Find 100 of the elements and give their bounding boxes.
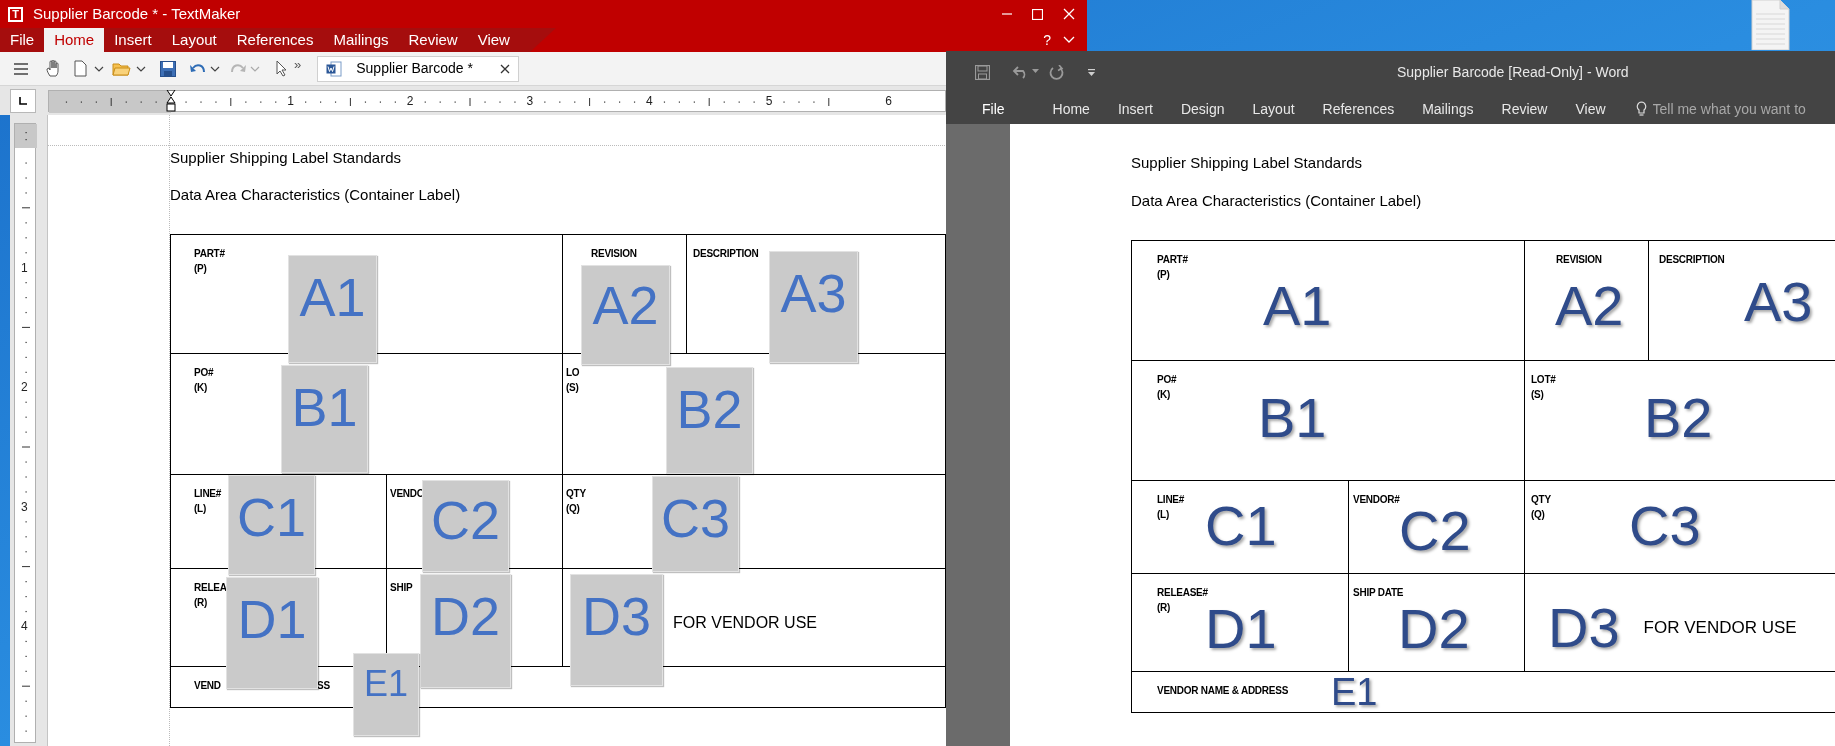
menu-item[interactable]: View <box>467 28 520 52</box>
field-label: SS <box>317 679 330 693</box>
field-label: PART# <box>1157 253 1188 267</box>
field-label: VENDOR NAME & ADDRESS <box>1157 684 1289 698</box>
cell-code: C1 <box>1205 498 1277 554</box>
field-label: PO# <box>1157 373 1177 387</box>
paragraph: Data Area Characteristics (Container Label) <box>1131 192 1422 210</box>
field-label: (S) <box>1531 388 1544 402</box>
cell-code: C3 <box>1629 498 1701 554</box>
cell-code: D1 <box>1205 601 1277 657</box>
ruler-margin <box>15 124 37 148</box>
ribbon-tab[interactable]: Design <box>1166 94 1239 124</box>
field-label: PO# <box>194 366 214 380</box>
field-label: (K) <box>1157 388 1171 402</box>
field-label: QTY <box>566 487 586 501</box>
indent-marker-icon[interactable] <box>166 89 176 112</box>
menu-item[interactable]: Home <box>44 28 105 52</box>
redo-icon[interactable] <box>1049 64 1065 81</box>
field-label: (K) <box>194 381 208 395</box>
caret-icon[interactable] <box>210 64 220 73</box>
ruler-number: 3 <box>526 93 534 108</box>
maximize-icon[interactable] <box>1032 8 1043 20</box>
ruler-number: 4 <box>21 619 28 634</box>
field-label: LO <box>566 366 580 380</box>
cell-code: A2 <box>1555 278 1624 334</box>
ribbon-tab[interactable]: View <box>1561 94 1620 124</box>
field-label: REVISION <box>591 247 637 261</box>
ribbon-tab[interactable]: Mailings <box>1408 94 1488 124</box>
field-label: LOT# <box>1531 373 1556 387</box>
field-label: REVISION <box>1556 253 1602 267</box>
menu-item[interactable]: References <box>226 28 324 52</box>
ruler-number: 4 <box>646 93 653 108</box>
field-label: DESCRIPTION <box>693 247 759 261</box>
caret-icon[interactable] <box>136 64 146 73</box>
ribbon-tab[interactable]: Home <box>1038 94 1104 124</box>
new-document-icon[interactable] <box>74 60 87 77</box>
ribbon-tab[interactable]: Review <box>1487 94 1562 124</box>
menu-icon[interactable] <box>14 62 28 75</box>
hand-icon[interactable] <box>46 60 60 77</box>
save-icon[interactable] <box>160 60 176 77</box>
field-label: RELEA <box>194 581 227 595</box>
field-label: (Q) <box>566 502 580 516</box>
vertical-ruler[interactable]: 1 2 3 4 <box>14 123 36 743</box>
more-button[interactable]: » <box>294 58 302 71</box>
customize-caret-icon[interactable] <box>1088 69 1095 76</box>
file-icon[interactable] <box>1750 0 1790 50</box>
ribbon-tab[interactable]: References <box>1308 94 1409 124</box>
ruler-number: 2 <box>406 93 414 108</box>
save-icon[interactable] <box>975 65 990 80</box>
horizontal-ruler[interactable]: 1 2 3 4 5 6 <box>48 89 946 112</box>
menu-item[interactable]: Mailings <box>323 28 399 52</box>
menu-item[interactable]: Review <box>398 28 468 52</box>
field-label: LINE# <box>1157 493 1185 507</box>
paragraph: Supplier Shipping Label Standards <box>170 149 402 167</box>
cell-code: D2 <box>1398 601 1470 657</box>
cell-code: B2 <box>1644 390 1713 446</box>
file-tab[interactable]: File <box>974 98 1013 120</box>
ribbon-tab[interactable]: Insert <box>1103 94 1167 124</box>
field-label: SHIP DATE <box>1353 586 1404 600</box>
help-button[interactable]: ? <box>1037 28 1057 52</box>
field-label: DESCRIPTION <box>1659 253 1725 267</box>
vendor-use-text: FOR VENDOR USE <box>1643 617 1797 640</box>
field-label: PART# <box>194 247 225 261</box>
chevron-down-icon[interactable] <box>1063 36 1075 44</box>
paragraph: Data Area Characteristics (Container Label) <box>170 186 462 204</box>
cell-code: A3 <box>1744 274 1813 330</box>
ruler-number: 1 <box>287 93 294 108</box>
cell-code: E1 <box>1331 673 1378 712</box>
cell-code: A1 <box>1263 278 1332 334</box>
field-label: (L) <box>1157 508 1170 522</box>
word-document-icon <box>326 60 343 77</box>
window-title: Supplier Barcode * - TextMaker <box>33 3 241 24</box>
cell-code: C2 <box>1399 503 1471 559</box>
field-label: (R) <box>1157 601 1171 615</box>
lightbulb-icon <box>1635 101 1647 117</box>
caret-icon[interactable] <box>94 64 104 73</box>
vendor-use-text: FOR VENDOR USE <box>673 613 817 633</box>
field-label: QTY <box>1531 493 1551 507</box>
pointer-icon[interactable] <box>276 60 288 77</box>
paragraph: Supplier Shipping Label Standards <box>1131 154 1362 172</box>
document-tab[interactable]: Supplier Barcode * <box>317 55 520 82</box>
field-label: (P) <box>1157 268 1170 282</box>
field-label: VENDOR# <box>1353 493 1400 507</box>
field-label: VEND <box>194 679 221 693</box>
ruler-number: 2 <box>21 380 28 395</box>
ruler-number: 6 <box>885 93 892 108</box>
ribbon-tab[interactable]: Layout <box>1238 94 1309 124</box>
field-label: (L) <box>194 502 207 516</box>
cell-code: D3 <box>1548 600 1620 656</box>
field-label: (R) <box>194 596 208 610</box>
ruler-number: 5 <box>765 93 773 108</box>
window-title: Supplier Barcode [Read-Only] - Word <box>1397 63 1629 82</box>
tab-selector[interactable] <box>10 88 36 113</box>
menu-item[interactable]: File <box>0 28 45 52</box>
close-icon[interactable] <box>500 63 511 74</box>
menu-item[interactable]: Layout <box>161 28 227 52</box>
menu-item[interactable]: Insert <box>104 28 162 52</box>
ruler-number: 1 <box>21 260 28 275</box>
field-label: (S) <box>566 381 579 395</box>
tell-me-field[interactable]: Tell me what you want to <box>1635 98 1823 120</box>
